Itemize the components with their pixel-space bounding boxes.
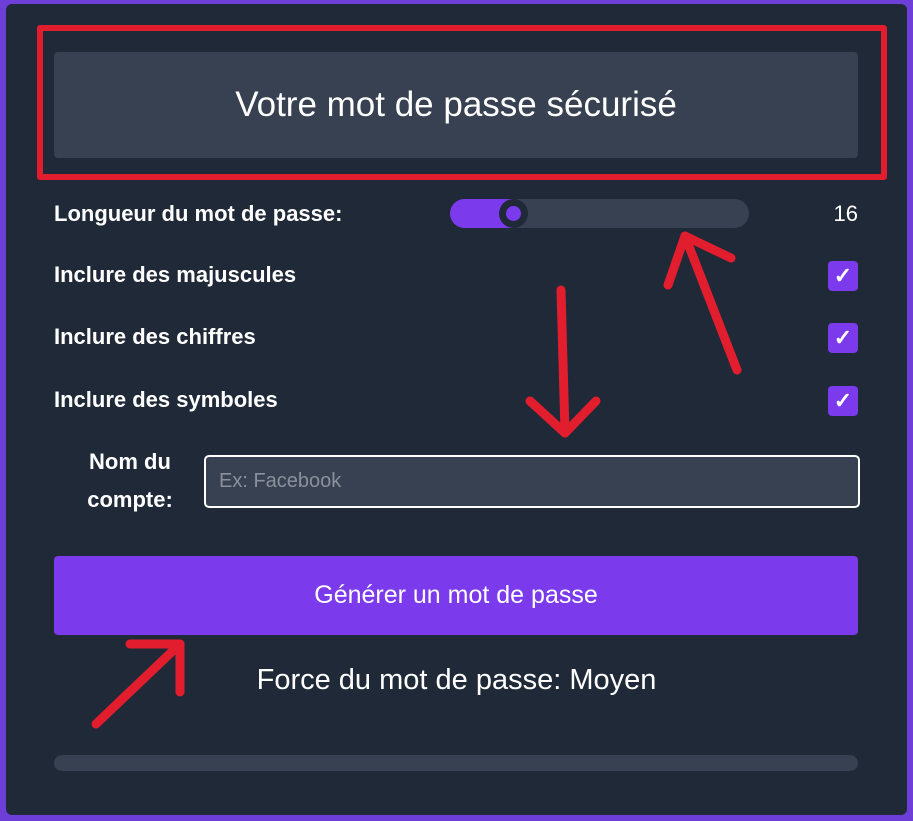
digits-label: Inclure des chiffres bbox=[54, 324, 256, 349]
account-label-line1: Nom du bbox=[89, 449, 171, 474]
check-icon: ✓ bbox=[833, 263, 853, 288]
strength-text: Force du mot de passe: Moyen bbox=[256, 664, 657, 696]
symbols-checkbox[interactable]: ✓ bbox=[828, 386, 858, 416]
length-slider[interactable] bbox=[450, 199, 749, 228]
uppercase-checkbox[interactable]: ✓ bbox=[828, 261, 858, 291]
check-icon: ✓ bbox=[833, 388, 853, 413]
account-label-line2: compte: bbox=[87, 487, 173, 512]
uppercase-label: Inclure des majuscules bbox=[54, 262, 297, 287]
check-icon: ✓ bbox=[833, 325, 853, 350]
symbols-label: Inclure des symboles bbox=[54, 387, 278, 412]
length-slider-thumb[interactable] bbox=[499, 199, 528, 228]
digits-checkbox[interactable]: ✓ bbox=[828, 323, 858, 353]
generate-button[interactable]: Générer un mot de passe bbox=[54, 556, 858, 635]
password-output-text: Votre mot de passe sécurisé bbox=[235, 85, 677, 124]
password-output: Votre mot de passe sécurisé bbox=[54, 52, 858, 158]
length-label: Longueur du mot de passe: bbox=[54, 201, 343, 226]
account-name-label: Nom du compte: bbox=[70, 443, 190, 519]
length-value: 16 bbox=[833, 201, 858, 226]
account-name-input[interactable] bbox=[204, 455, 860, 508]
strength-bar bbox=[54, 755, 858, 771]
